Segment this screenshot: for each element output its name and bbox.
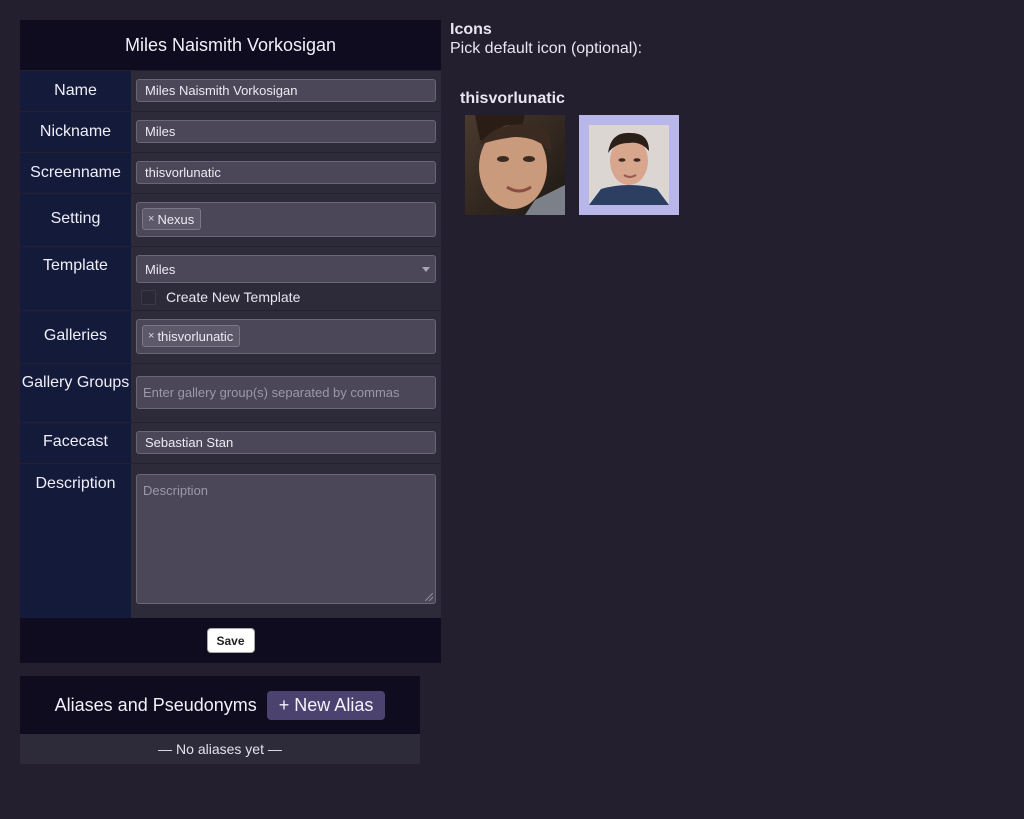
- gallery-name: thisvorlunatic: [460, 90, 565, 107]
- aliases-header: Aliases and Pseudonyms + New Alias: [20, 676, 420, 734]
- name-label: Name: [20, 71, 131, 111]
- icons-title: Icons: [450, 21, 492, 38]
- save-button[interactable]: Save: [206, 628, 255, 653]
- create-template-checkbox[interactable]: [141, 289, 156, 305]
- gallery-tag-label: thisvorlunatic: [157, 329, 234, 344]
- row-facecast: Facecast Sebastian Stan: [20, 422, 441, 463]
- row-screenname: Screenname thisvorlunatic: [20, 152, 441, 193]
- resize-handle-icon[interactable]: [425, 593, 433, 601]
- description-placeholder: Description: [143, 483, 209, 498]
- row-template: Template Miles Create New Template: [20, 246, 441, 310]
- galleries-label: Galleries: [20, 311, 131, 363]
- icons-section: Icons Pick default icon (optional): this…: [450, 20, 1010, 215]
- row-setting: Setting × Nexus: [20, 193, 441, 246]
- description-textarea[interactable]: Description: [136, 474, 436, 604]
- screenname-label: Screenname: [20, 153, 131, 193]
- row-nickname: Nickname Miles: [20, 111, 441, 152]
- gallery-groups-label: Gallery Groups: [20, 364, 131, 422]
- portrait-image-icon: [589, 125, 669, 205]
- tag-remove-icon[interactable]: ×: [148, 329, 154, 344]
- chevron-down-icon: [422, 267, 430, 272]
- aliases-title: Aliases and Pseudonyms: [54, 694, 257, 715]
- setting-tag-input[interactable]: × Nexus: [136, 202, 436, 237]
- facecast-input[interactable]: Sebastian Stan: [136, 431, 436, 454]
- screenname-input[interactable]: thisvorlunatic: [136, 161, 436, 184]
- row-description: Description Description: [20, 463, 441, 618]
- nickname-label: Nickname: [20, 112, 131, 152]
- tag-remove-icon[interactable]: ×: [148, 212, 154, 227]
- setting-tag: × Nexus: [142, 208, 202, 230]
- galleries-tag-input[interactable]: × thisvorlunatic: [136, 319, 436, 354]
- template-label: Template: [20, 247, 131, 310]
- description-label: Description: [20, 464, 131, 618]
- row-name: Name Miles Naismith Vorkosigan: [20, 70, 441, 111]
- new-alias-button[interactable]: + New Alias: [266, 690, 386, 720]
- setting-tag-label: Nexus: [157, 212, 195, 227]
- portrait-image-icon: [465, 115, 565, 215]
- template-select[interactable]: Miles: [136, 255, 436, 283]
- icons-subtitle: Pick default icon (optional):: [450, 40, 643, 57]
- row-galleries: Galleries × thisvorlunatic: [20, 310, 441, 363]
- setting-label: Setting: [20, 194, 131, 246]
- character-form: Miles Naismith Vorkosigan Name Miles Nai…: [20, 20, 441, 663]
- gallery-tag: × thisvorlunatic: [142, 325, 241, 347]
- aliases-empty-message: — No aliases yet —: [20, 734, 420, 764]
- form-title: Miles Naismith Vorkosigan: [20, 20, 441, 70]
- nickname-input[interactable]: Miles: [136, 120, 436, 143]
- icon-thumb-1[interactable]: [465, 115, 565, 215]
- create-template-label: Create New Template: [166, 289, 301, 305]
- name-input[interactable]: Miles Naismith Vorkosigan: [136, 79, 436, 102]
- row-gallery-groups: Gallery Groups Enter gallery group(s) se…: [20, 363, 441, 422]
- create-template-option[interactable]: Create New Template: [136, 288, 436, 306]
- icon-thumb-2[interactable]: [579, 115, 679, 215]
- gallery-groups-input[interactable]: Enter gallery group(s) separated by comm…: [136, 376, 436, 409]
- aliases-panel: Aliases and Pseudonyms + New Alias — No …: [20, 676, 420, 764]
- form-footer: Save: [20, 618, 441, 663]
- facecast-label: Facecast: [20, 423, 131, 463]
- template-selected-value: Miles: [145, 262, 176, 277]
